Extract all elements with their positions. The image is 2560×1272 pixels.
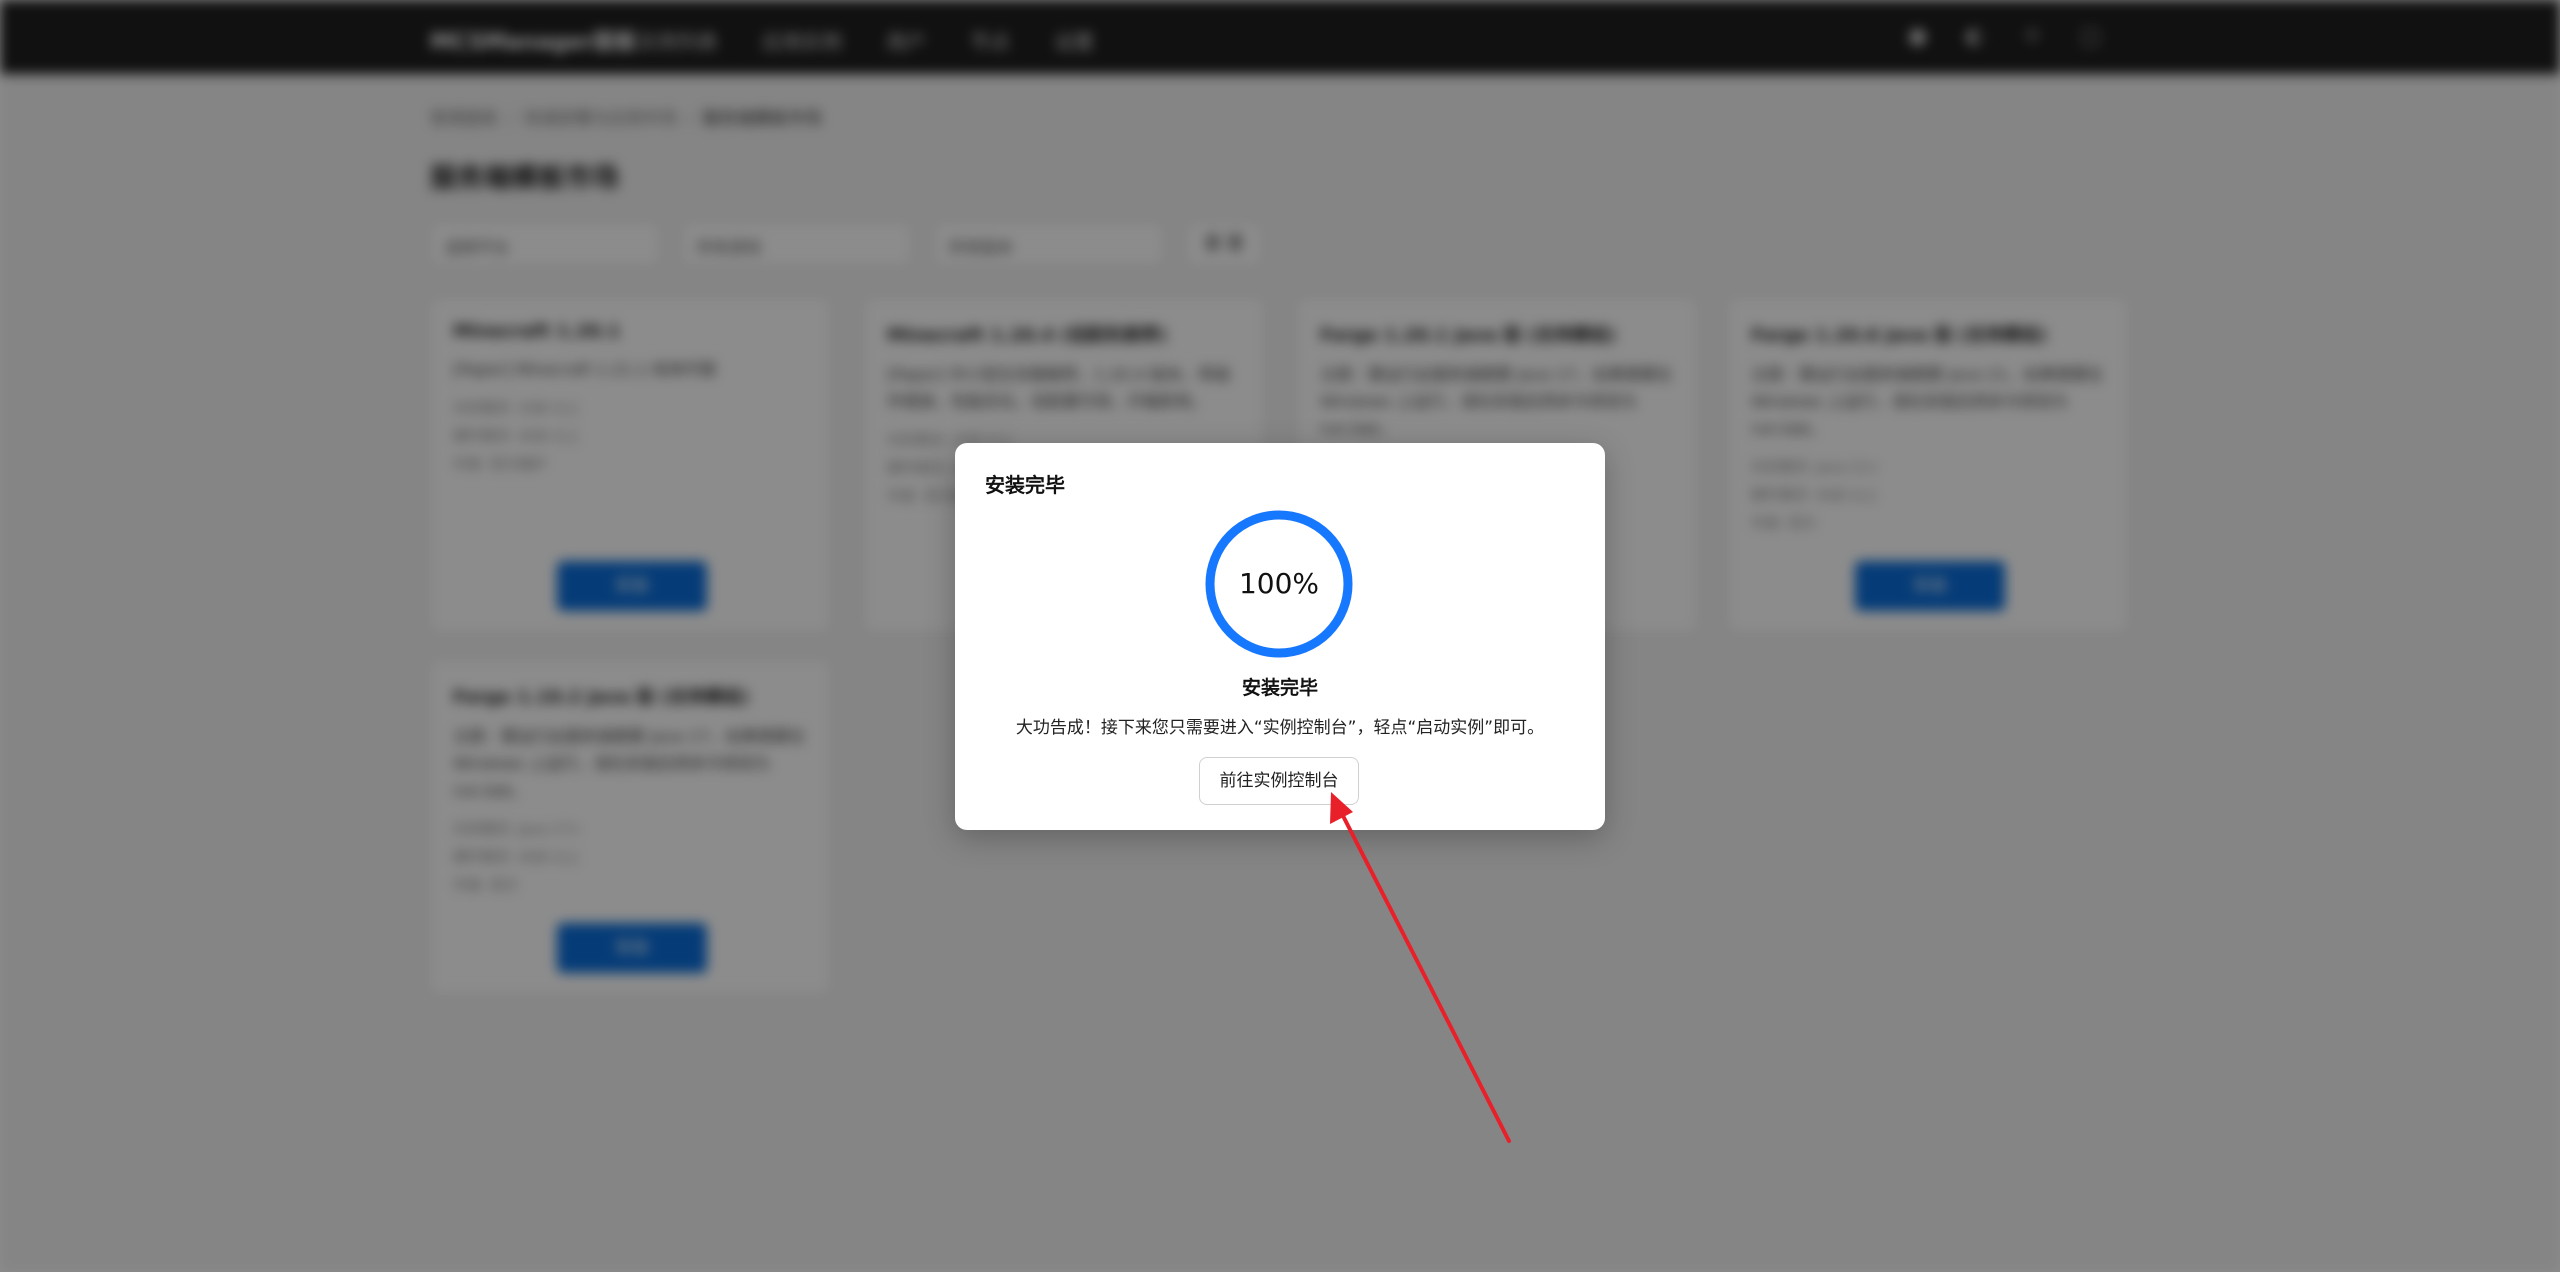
result-subtitle: 大功告成！接下来您只需要进入“实例控制台”，轻点“启动实例”即可。 [1015, 718, 1545, 738]
result-title: 安装完毕 [1241, 677, 1318, 699]
progress-percent: 100% [1238, 567, 1320, 600]
install-complete-dialog: 安装完毕 100% 安装完毕 大功告成！接下来您只需要进入“实例控制台”，轻点“… [955, 443, 1605, 830]
go-to-console-button[interactable]: 前往实例控制台 [1199, 757, 1359, 805]
dialog-title: 安装完毕 [985, 473, 1065, 497]
